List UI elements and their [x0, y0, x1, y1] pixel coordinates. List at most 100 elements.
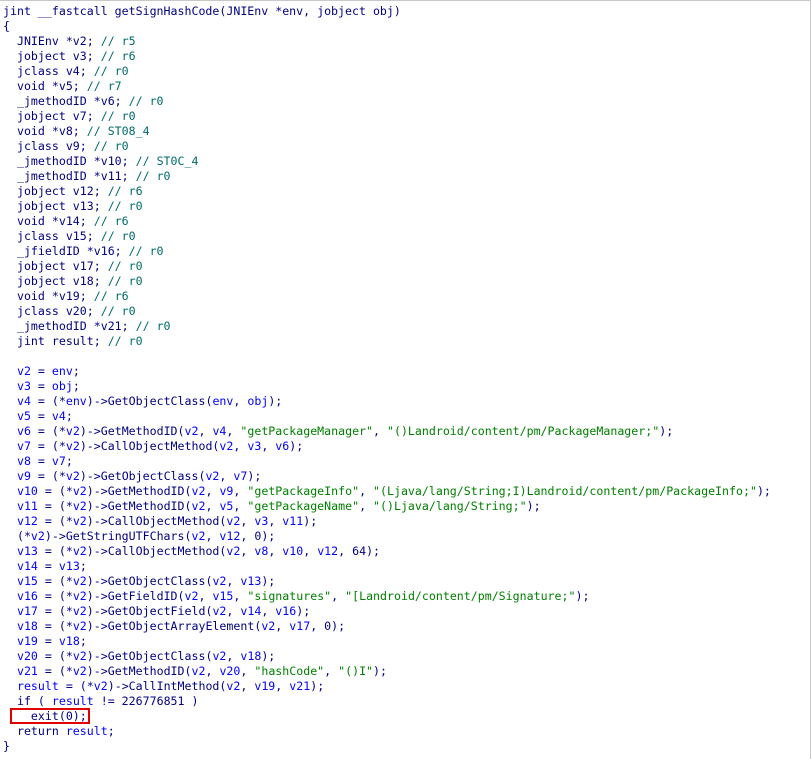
code-line[interactable]: _jfieldID *v16; // r0 [3, 244, 771, 259]
code-line[interactable]: v14 = v13; [3, 559, 771, 574]
code-line[interactable]: _jmethodID *v10; // ST0C_4 [3, 154, 771, 169]
code-line[interactable]: return result; [3, 724, 771, 739]
code-line[interactable]: void *v19; // r6 [3, 289, 771, 304]
code-line[interactable]: jobject v12; // r6 [3, 184, 771, 199]
variable-token: v15 [16, 574, 38, 588]
code-text: , [324, 664, 339, 678]
code-line[interactable]: (*v2)->GetStringUTFChars(v2, v12, 0); [3, 529, 771, 544]
variable-token: v3 [16, 379, 31, 393]
variable-token: v7 [233, 469, 248, 483]
comment: // r0 [93, 64, 129, 78]
code-line[interactable]: jint __fastcall getSignHashCode(JNIEnv *… [3, 4, 771, 19]
code-line[interactable]: { [3, 19, 771, 34]
code-line[interactable]: } [3, 739, 771, 754]
code-line[interactable]: jobject v18; // r0 [3, 274, 771, 289]
code-line[interactable]: v13 = (*v2)->CallObjectMethod(v2, v8, v1… [3, 544, 771, 559]
code-line[interactable]: v6 = (*v2)->GetMethodID(v2, v4, "getPack… [3, 424, 771, 439]
code-line[interactable]: if ( result != 226776851 ) [3, 694, 771, 709]
variable-token: v2 [191, 499, 206, 513]
variable-token: v2 [72, 574, 87, 588]
variable-token: v5 [16, 409, 31, 423]
code-line[interactable]: _jmethodID *v21; // r0 [3, 319, 771, 334]
variable-token: v17 [16, 604, 38, 618]
code-line[interactable]: jobject v3; // r6 [3, 49, 771, 64]
code-line[interactable]: _jmethodID *v6; // r0 [3, 94, 771, 109]
code-line[interactable]: void *v8; // ST08_4 [3, 124, 771, 139]
code-text: , [261, 604, 276, 618]
comment: // r0 [93, 139, 129, 153]
code-line[interactable]: jclass v20; // r0 [3, 304, 771, 319]
string-literal: "(Ljava/lang/String;I)Landroid/content/p… [373, 484, 757, 498]
code-text: , [233, 439, 248, 453]
code-line[interactable]: v20 = (*v2)->GetObjectClass(v2, v18); [3, 649, 771, 664]
variable-token: result [16, 679, 59, 693]
code-line[interactable]: v2 = env; [3, 364, 771, 379]
code-text: )->GetObjectClass( [86, 574, 213, 588]
variable-token: v10 [282, 544, 304, 558]
variable-token: v2 [226, 514, 241, 528]
code-line[interactable]: v5 = v4; [3, 409, 771, 424]
code-line[interactable]: v7 = (*v2)->CallObjectMethod(v2, v3, v6)… [3, 439, 771, 454]
code-line[interactable]: v4 = (*env)->GetObjectClass(env, obj); [3, 394, 771, 409]
variable-token: v2 [191, 664, 206, 678]
code-line[interactable]: jclass v4; // r0 [3, 64, 771, 79]
code-text: = (* [37, 544, 73, 558]
code-line[interactable]: jclass v15; // r0 [3, 229, 771, 244]
code-line[interactable]: jobject v13; // r0 [3, 199, 771, 214]
string-literal: "getPackageName" [247, 499, 360, 513]
variable-token: v16 [275, 604, 297, 618]
code-line[interactable]: exit(0); [3, 709, 771, 724]
code-text: = (* [37, 604, 73, 618]
variable-token: v7 [51, 454, 66, 468]
comment: // r0 [100, 109, 136, 123]
variable-token: v11 [16, 499, 38, 513]
code-line[interactable]: void *v5; // r7 [3, 79, 771, 94]
variable-token: v2 [226, 679, 241, 693]
variable-token: v15 [212, 589, 234, 603]
code-text: , [226, 424, 241, 438]
code-line[interactable]: v3 = obj; [3, 379, 771, 394]
code-line[interactable]: v19 = v18; [3, 634, 771, 649]
code-line[interactable]: result = (*v2)->CallIntMethod(v2, v19, v… [3, 679, 771, 694]
code-line[interactable]: v15 = (*v2)->GetObjectClass(v2, v13); [3, 574, 771, 589]
code-line[interactable]: JNIEnv *v2; // r5 [3, 34, 771, 49]
code-text: )->CallObjectMethod( [79, 439, 220, 453]
code-line[interactable]: jclass v9; // r0 [3, 139, 771, 154]
code-line[interactable]: jobject v7; // r0 [3, 109, 771, 124]
code-line[interactable]: v12 = (*v2)->CallObjectMethod(v2, v3, v1… [3, 514, 771, 529]
code-line[interactable] [3, 349, 771, 364]
pseudocode-view[interactable]: jint __fastcall getSignHashCode(JNIEnv *… [0, 0, 811, 759]
comment: // r0 [100, 304, 136, 318]
code-line[interactable]: jint result; // r0 [3, 334, 771, 349]
code-line[interactable]: v8 = v7; [3, 454, 771, 469]
variable-token: v12 [219, 529, 241, 543]
comment: // r6 [93, 289, 129, 303]
code-text: )->GetObjectClass( [86, 394, 213, 408]
code-line[interactable]: void *v14; // r6 [3, 214, 771, 229]
variable-token: v7 [16, 439, 31, 453]
code-text: , 64); [338, 544, 381, 558]
code-line[interactable]: v10 = (*v2)->GetMethodID(v2, v9, "getPac… [3, 484, 771, 499]
comment: // r5 [100, 34, 136, 48]
code-text: )->GetObjectClass( [79, 469, 206, 483]
code-text: ); [268, 394, 283, 408]
code-line[interactable]: v21 = (*v2)->GetMethodID(v2, v20, "hashC… [3, 664, 771, 679]
code-line[interactable]: v11 = (*v2)->GetMethodID(v2, v5, "getPac… [3, 499, 771, 514]
code-text: = (* [37, 619, 73, 633]
code-line[interactable]: v18 = (*v2)->GetObjectArrayElement(v2, v… [3, 619, 771, 634]
code-line[interactable]: _jmethodID *v11; // r0 [3, 169, 771, 184]
code-line[interactable]: v16 = (*v2)->GetFieldID(v2, v15, "signat… [3, 589, 771, 604]
code-text: jint __fastcall getSignHashCode(JNIEnv *… [3, 4, 401, 18]
variable-token: v4 [51, 409, 66, 423]
variable-token: v21 [289, 679, 311, 693]
code-text: , [331, 589, 346, 603]
comment: // r0 [107, 274, 143, 288]
code-line[interactable]: v17 = (*v2)->GetObjectField(v2, v14, v16… [3, 604, 771, 619]
code-line[interactable]: jobject v17; // r0 [3, 259, 771, 274]
code-line[interactable]: v9 = (*v2)->GetObjectClass(v2, v7); [3, 469, 771, 484]
code-text: void *v19; [3, 289, 94, 303]
variable-token: v2 [72, 514, 87, 528]
